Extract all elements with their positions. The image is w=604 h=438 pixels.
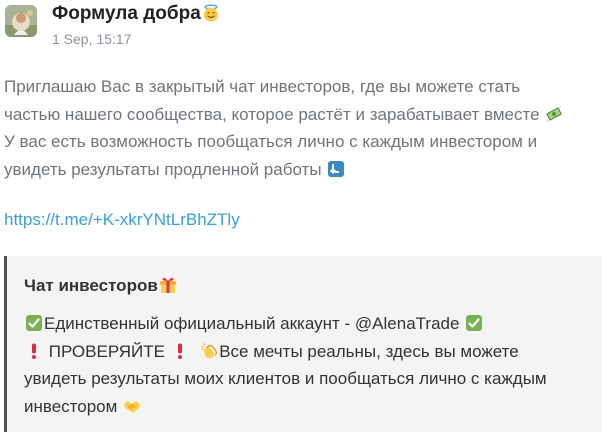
quote-body: Единственный официальный аккаунт - @Alen… — [24, 310, 589, 420]
channel-name[interactable]: Формула добра — [52, 3, 221, 25]
red-exclamation-icon — [171, 342, 189, 360]
red-exclamation-icon — [25, 342, 43, 360]
quote-line: инвестором — [24, 393, 589, 421]
quote-title-text: Чат инвесторов — [24, 276, 158, 295]
channel-avatar[interactable] — [5, 5, 37, 37]
post-header: Формула добра 1 Sep, 15:17 — [0, 0, 604, 56]
quote-line-text: инвестором — [24, 396, 118, 416]
body-line: Приглашаю Вас в закрытый чат инвесторов,… — [4, 77, 521, 96]
quote-line: увидеть результаты моих клиентов и пообщ… — [24, 369, 547, 388]
body-line: У вас есть возможность пообщаться лично … — [4, 132, 538, 151]
smiling-face-with-halo-icon — [202, 4, 220, 22]
avatar-photo — [5, 5, 37, 37]
quote-line: Единственный официальный аккаунт - @Alen… — [24, 310, 589, 338]
gift-icon — [159, 276, 177, 294]
quote-line-text: Единственный официальный аккаунт - @Alen… — [44, 314, 460, 333]
body-line-text: частью нашего сообщества, которое растёт… — [4, 104, 540, 124]
quote-title: Чат инвесторов — [24, 276, 178, 296]
channel-post: Формула добра 1 Sep, 15:17 Приглашаю Вас… — [0, 0, 604, 438]
quote-block: Чат инвесторов Единственный официальный … — [4, 256, 602, 432]
handshake-icon — [123, 397, 141, 415]
channel-name-text: Формула добра — [52, 3, 201, 24]
body-line: увидеть результаты продленной работы — [4, 156, 600, 184]
quote-line-text: Все мечты реальны, здесь вы можете — [219, 341, 519, 361]
check-mark-button-icon — [25, 314, 43, 332]
clapping-hands-icon — [200, 342, 218, 360]
quote-line: ПРОВЕРЯЙТЕ Все мечты реальны, здесь вы м… — [24, 338, 589, 366]
post-body: Приглашаю Вас в закрытый чат инвесторов,… — [4, 73, 600, 183]
arrow-down-icon — [327, 160, 345, 178]
post-timestamp: 1 Sep, 15:17 — [52, 31, 132, 47]
check-mark-button-icon — [465, 314, 483, 332]
invite-link[interactable]: https://t.me/+K-xkrYNtLrBhZTly — [4, 210, 240, 230]
body-line-text: увидеть результаты продленной работы — [4, 159, 322, 179]
quote-line-text: ПРОВЕРЯЙТЕ — [48, 341, 166, 361]
body-line: частью нашего сообщества, которое растёт… — [4, 101, 600, 129]
money-with-wings-icon — [545, 105, 563, 123]
